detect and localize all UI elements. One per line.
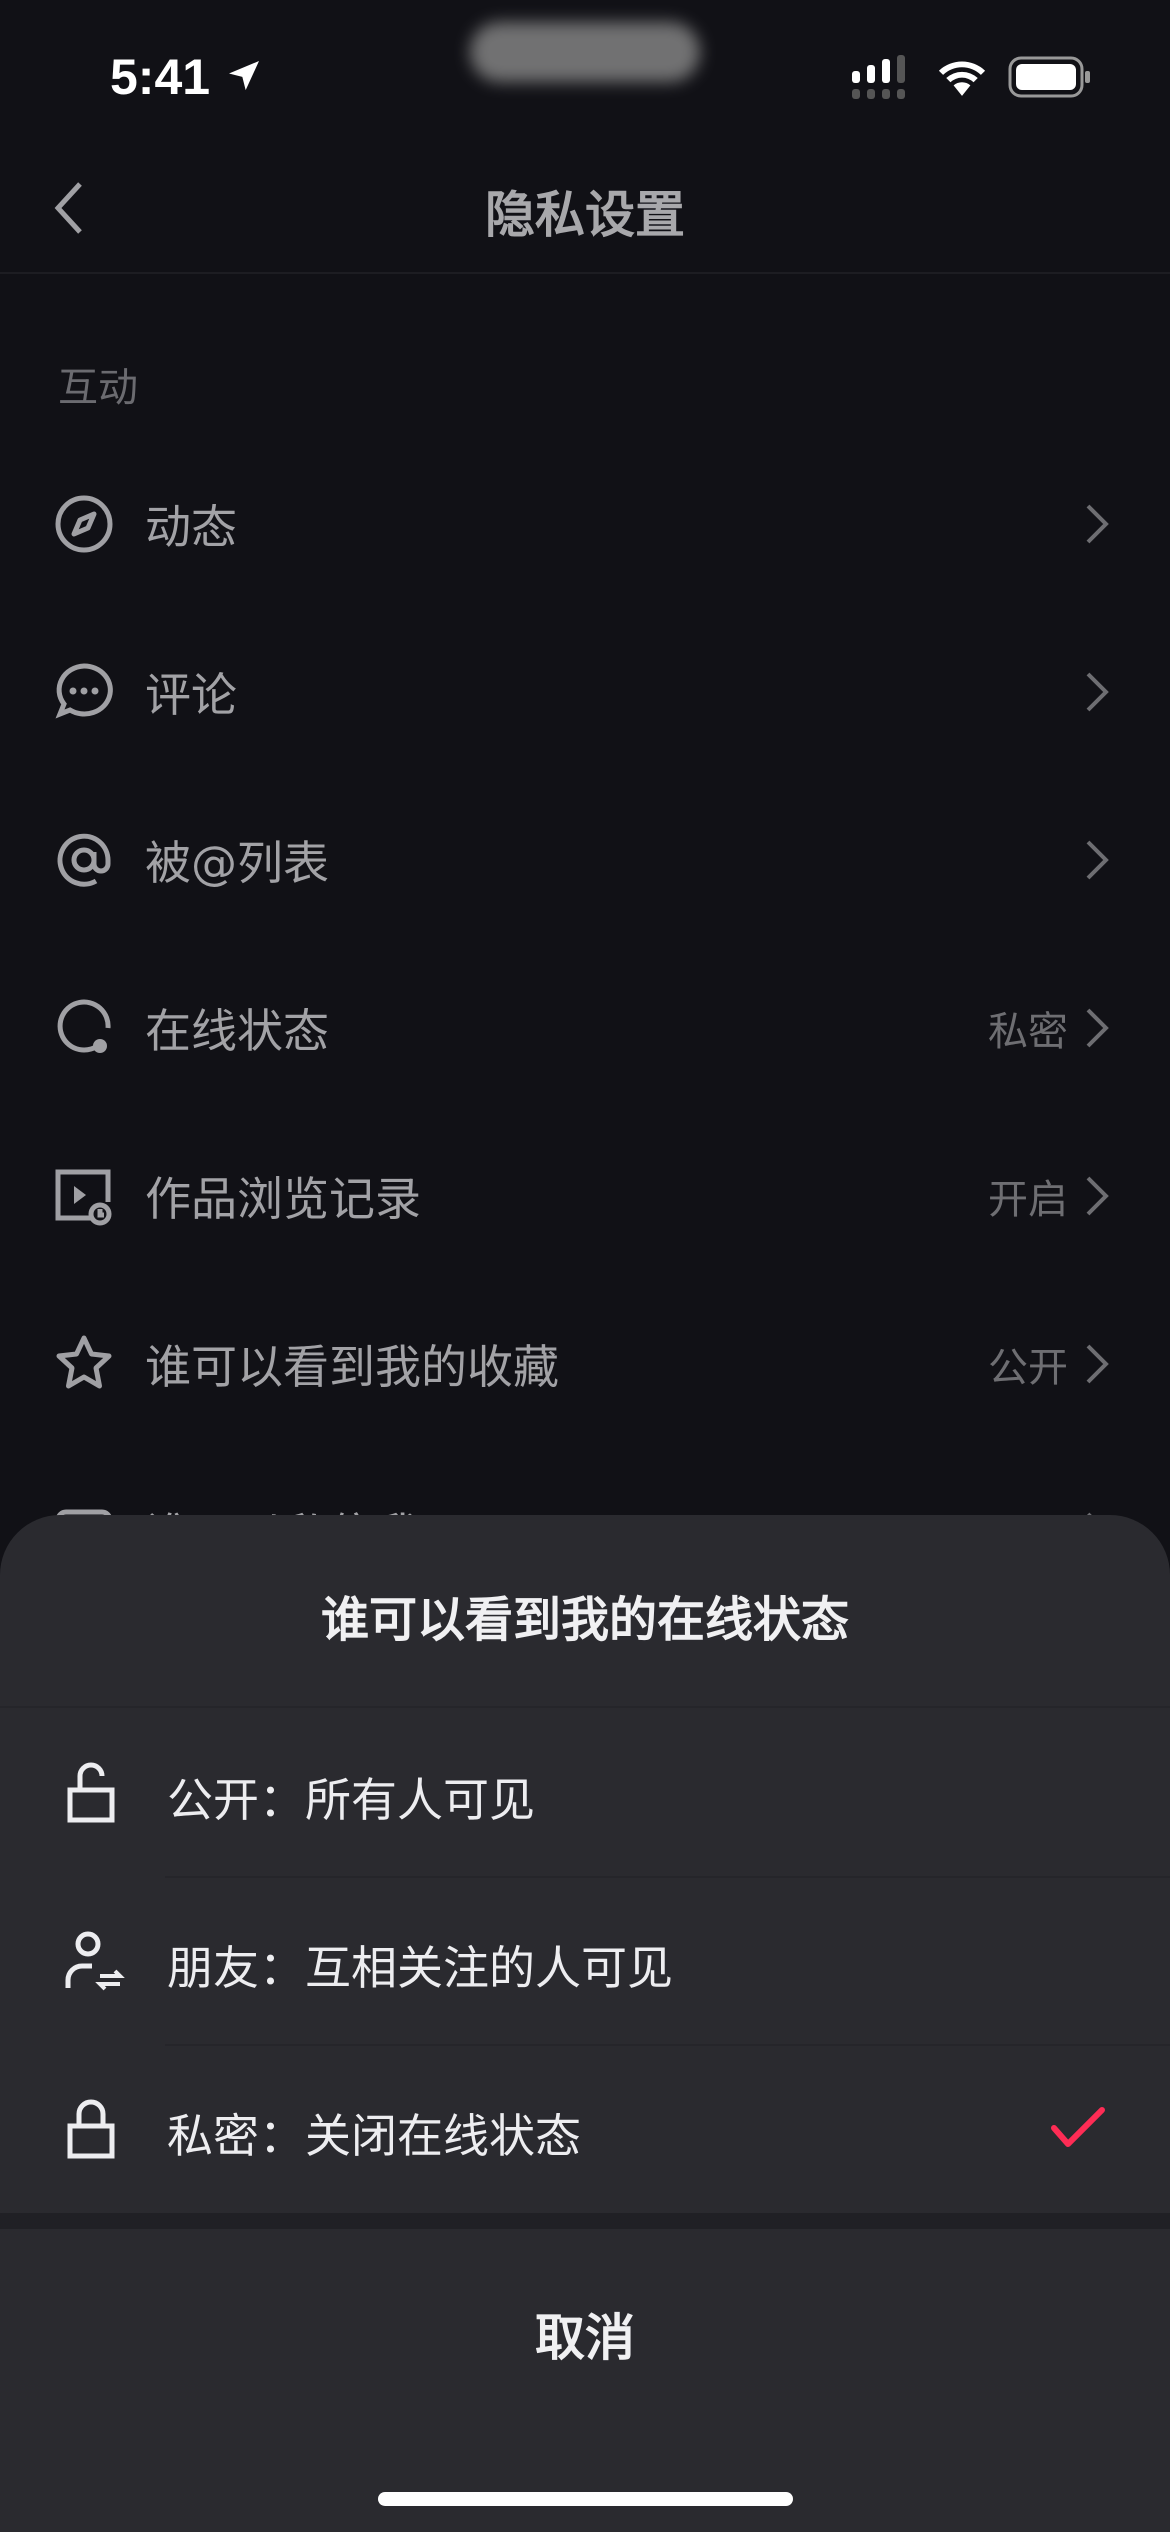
page-title: 隐私设置 [485,186,685,244]
unlock-icon [67,1762,115,1823]
cancel-button[interactable]: 取消 [0,2229,1170,2439]
chevron-right-icon [1086,840,1109,880]
section-title: 互动 [58,365,138,411]
sheet-title: 谁可以看到我的在线状态 [320,1592,849,1648]
row-label: 作品浏览记录 [145,1172,421,1226]
row-label: 谁可以看到我的收藏 [145,1340,559,1394]
at-icon [57,833,111,887]
star-icon [56,1335,112,1389]
row-value: 公开 [988,1345,1068,1391]
chevron-right-icon [1086,1344,1109,1384]
video-history-icon [55,1169,112,1226]
cancel-separator [0,2213,1170,2229]
option-label: 公开：所有人可见 [167,1773,535,1827]
checkmark-icon [1051,2107,1105,2147]
privacy-option[interactable]: 公开：所有人可见 [0,1708,1170,1876]
row-label: 在线状态 [145,1004,329,1058]
row-value: 私密 [988,1009,1068,1055]
signal-icon [852,55,905,99]
time-text: 5:41 [110,49,211,105]
option-divider [165,2044,1170,2046]
home-indicator[interactable] [378,2492,793,2506]
settings-row[interactable]: 在线状态 私密 [0,944,1170,1112]
battery-icon [1008,56,1090,98]
settings-row[interactable]: 评论 [0,608,1170,776]
option-label: 私密：关闭在线状态 [167,2109,581,2163]
chevron-right-icon [1086,1008,1109,1048]
comment-icon [55,663,113,719]
chevron-right-icon [1086,504,1109,544]
privacy-option[interactable]: 私密：关闭在线状态 [0,2044,1170,2212]
header-divider [0,272,1170,274]
friends-icon [65,1931,125,1991]
row-label: 评论 [145,668,237,722]
location-arrow-icon [228,61,259,91]
lock-icon [67,2099,115,2159]
settings-row[interactable]: 谁可以看到我的收藏 公开 [0,1280,1170,1448]
row-label: 被@列表 [145,836,329,890]
compass-icon [55,495,113,553]
dynamic-island [470,22,700,82]
chevron-right-icon [1086,1176,1109,1216]
row-label: 动态 [145,500,237,554]
option-label: 朋友：互相关注的人可见 [167,1941,673,1995]
settings-row[interactable]: 动态 [0,440,1170,608]
status-time: 5:41 [110,48,264,106]
privacy-option[interactable]: 朋友：互相关注的人可见 [0,1876,1170,2044]
settings-row[interactable]: 作品浏览记录 开启 [0,1112,1170,1280]
settings-row[interactable]: 被@列表 [0,776,1170,944]
chevron-right-icon [1086,672,1109,712]
wifi-icon [938,61,986,96]
row-value: 开启 [988,1177,1068,1223]
option-divider [165,1876,1170,1878]
online-status-icon [57,999,111,1053]
